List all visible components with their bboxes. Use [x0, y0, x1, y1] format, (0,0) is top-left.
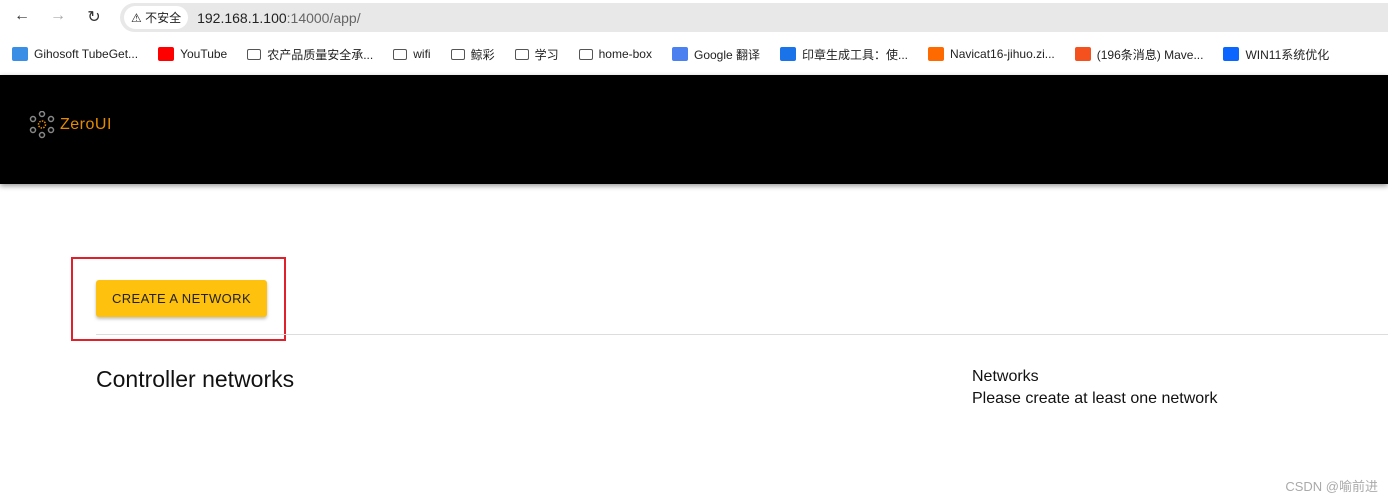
folder-icon — [514, 48, 529, 60]
bookmark-label: 学习 — [534, 47, 559, 62]
address-bar[interactable]: ⚠ 不安全 192.168.1.100:14000/app/ — [120, 3, 1388, 32]
app-header: ZeroUI — [0, 75, 1388, 184]
bookmark-label: 农产品质量安全承... — [267, 47, 374, 62]
bookmark-label: Navicat16-jihuo.zi... — [950, 47, 1055, 61]
forward-icon[interactable]: → — [48, 7, 68, 25]
page-title: Controller networks — [96, 366, 295, 392]
bookmarks-bar: Gihosoft TubeGet... YouTube 农产品质量安全承... wif… — [0, 40, 1388, 68]
url-text[interactable]: 192.168.1.100:14000/app/ — [197, 10, 361, 26]
bookmark-item[interactable]: Gihosoft TubeGet... — [12, 47, 138, 61]
bookmark-label: home-box — [598, 47, 652, 61]
bookmark-item[interactable]: (196条消息) Mave... — [1074, 46, 1204, 63]
bookmark-label: Gihosoft TubeGet... — [34, 47, 139, 61]
csdn-icon — [1074, 47, 1091, 61]
navicat-icon — [928, 47, 945, 61]
bookmark-item[interactable]: 印章生成工具：使... — [780, 46, 908, 63]
google-translate-icon — [671, 47, 688, 61]
youtube-icon — [158, 47, 175, 61]
bookmark-item[interactable]: 学习 — [514, 46, 559, 63]
create-network-button[interactable]: CREATE A NETWORK — [96, 280, 267, 317]
bookmark-label: 鲸彩 — [470, 47, 495, 62]
warning-icon: ⚠ — [131, 10, 146, 25]
zhihu-icon — [1223, 47, 1240, 61]
folder-icon — [247, 48, 262, 60]
networks-panel: Networks Please create at least one netw… — [972, 366, 1217, 410]
bookmark-label: (196条消息) Mave... — [1096, 47, 1204, 62]
folder-icon — [393, 48, 408, 60]
networks-empty-message: Please create at least one network — [972, 390, 1218, 407]
bookmark-item[interactable]: wifi — [393, 47, 431, 61]
security-chip[interactable]: ⚠ 不安全 — [124, 6, 189, 29]
logo[interactable]: ZeroUI — [29, 111, 112, 139]
watermark: CSDN @喻前进 — [1285, 479, 1378, 494]
bookmark-item[interactable]: WIN11系统优化 — [1223, 46, 1329, 63]
bookmark-item[interactable]: Google 翻译 — [671, 46, 761, 63]
bookmark-item[interactable]: YouTube — [158, 47, 227, 61]
bookmark-label: WIN11系统优化 — [1245, 47, 1330, 62]
bookmark-item[interactable]: home-box — [578, 47, 652, 61]
bookmark-item[interactable]: 农产品质量安全承... — [247, 46, 373, 63]
bookmark-label: wifi — [413, 47, 431, 61]
bookmark-label: Google 翻译 — [693, 47, 761, 62]
bookmark-label: YouTube — [180, 47, 228, 61]
bookmark-item[interactable]: 鲸彩 — [450, 46, 495, 63]
seal-tool-icon — [780, 47, 797, 61]
divider — [96, 334, 1388, 335]
gihosoft-icon — [12, 47, 28, 61]
networks-label: Networks — [972, 368, 1039, 385]
bookmark-label: 印章生成工具：使... — [802, 47, 909, 62]
folder-icon — [578, 48, 593, 60]
reload-icon[interactable]: ↻ — [84, 7, 104, 27]
back-icon[interactable]: ← — [12, 7, 32, 25]
browser-toolbar: ← → ↻ ⚠ 不安全 192.168.1.100:14000/app/ — [0, 0, 1388, 35]
zerotier-logo-icon — [29, 111, 55, 139]
bookmark-item[interactable]: Navicat16-jihuo.zi... — [928, 47, 1055, 61]
folder-icon — [450, 48, 465, 60]
